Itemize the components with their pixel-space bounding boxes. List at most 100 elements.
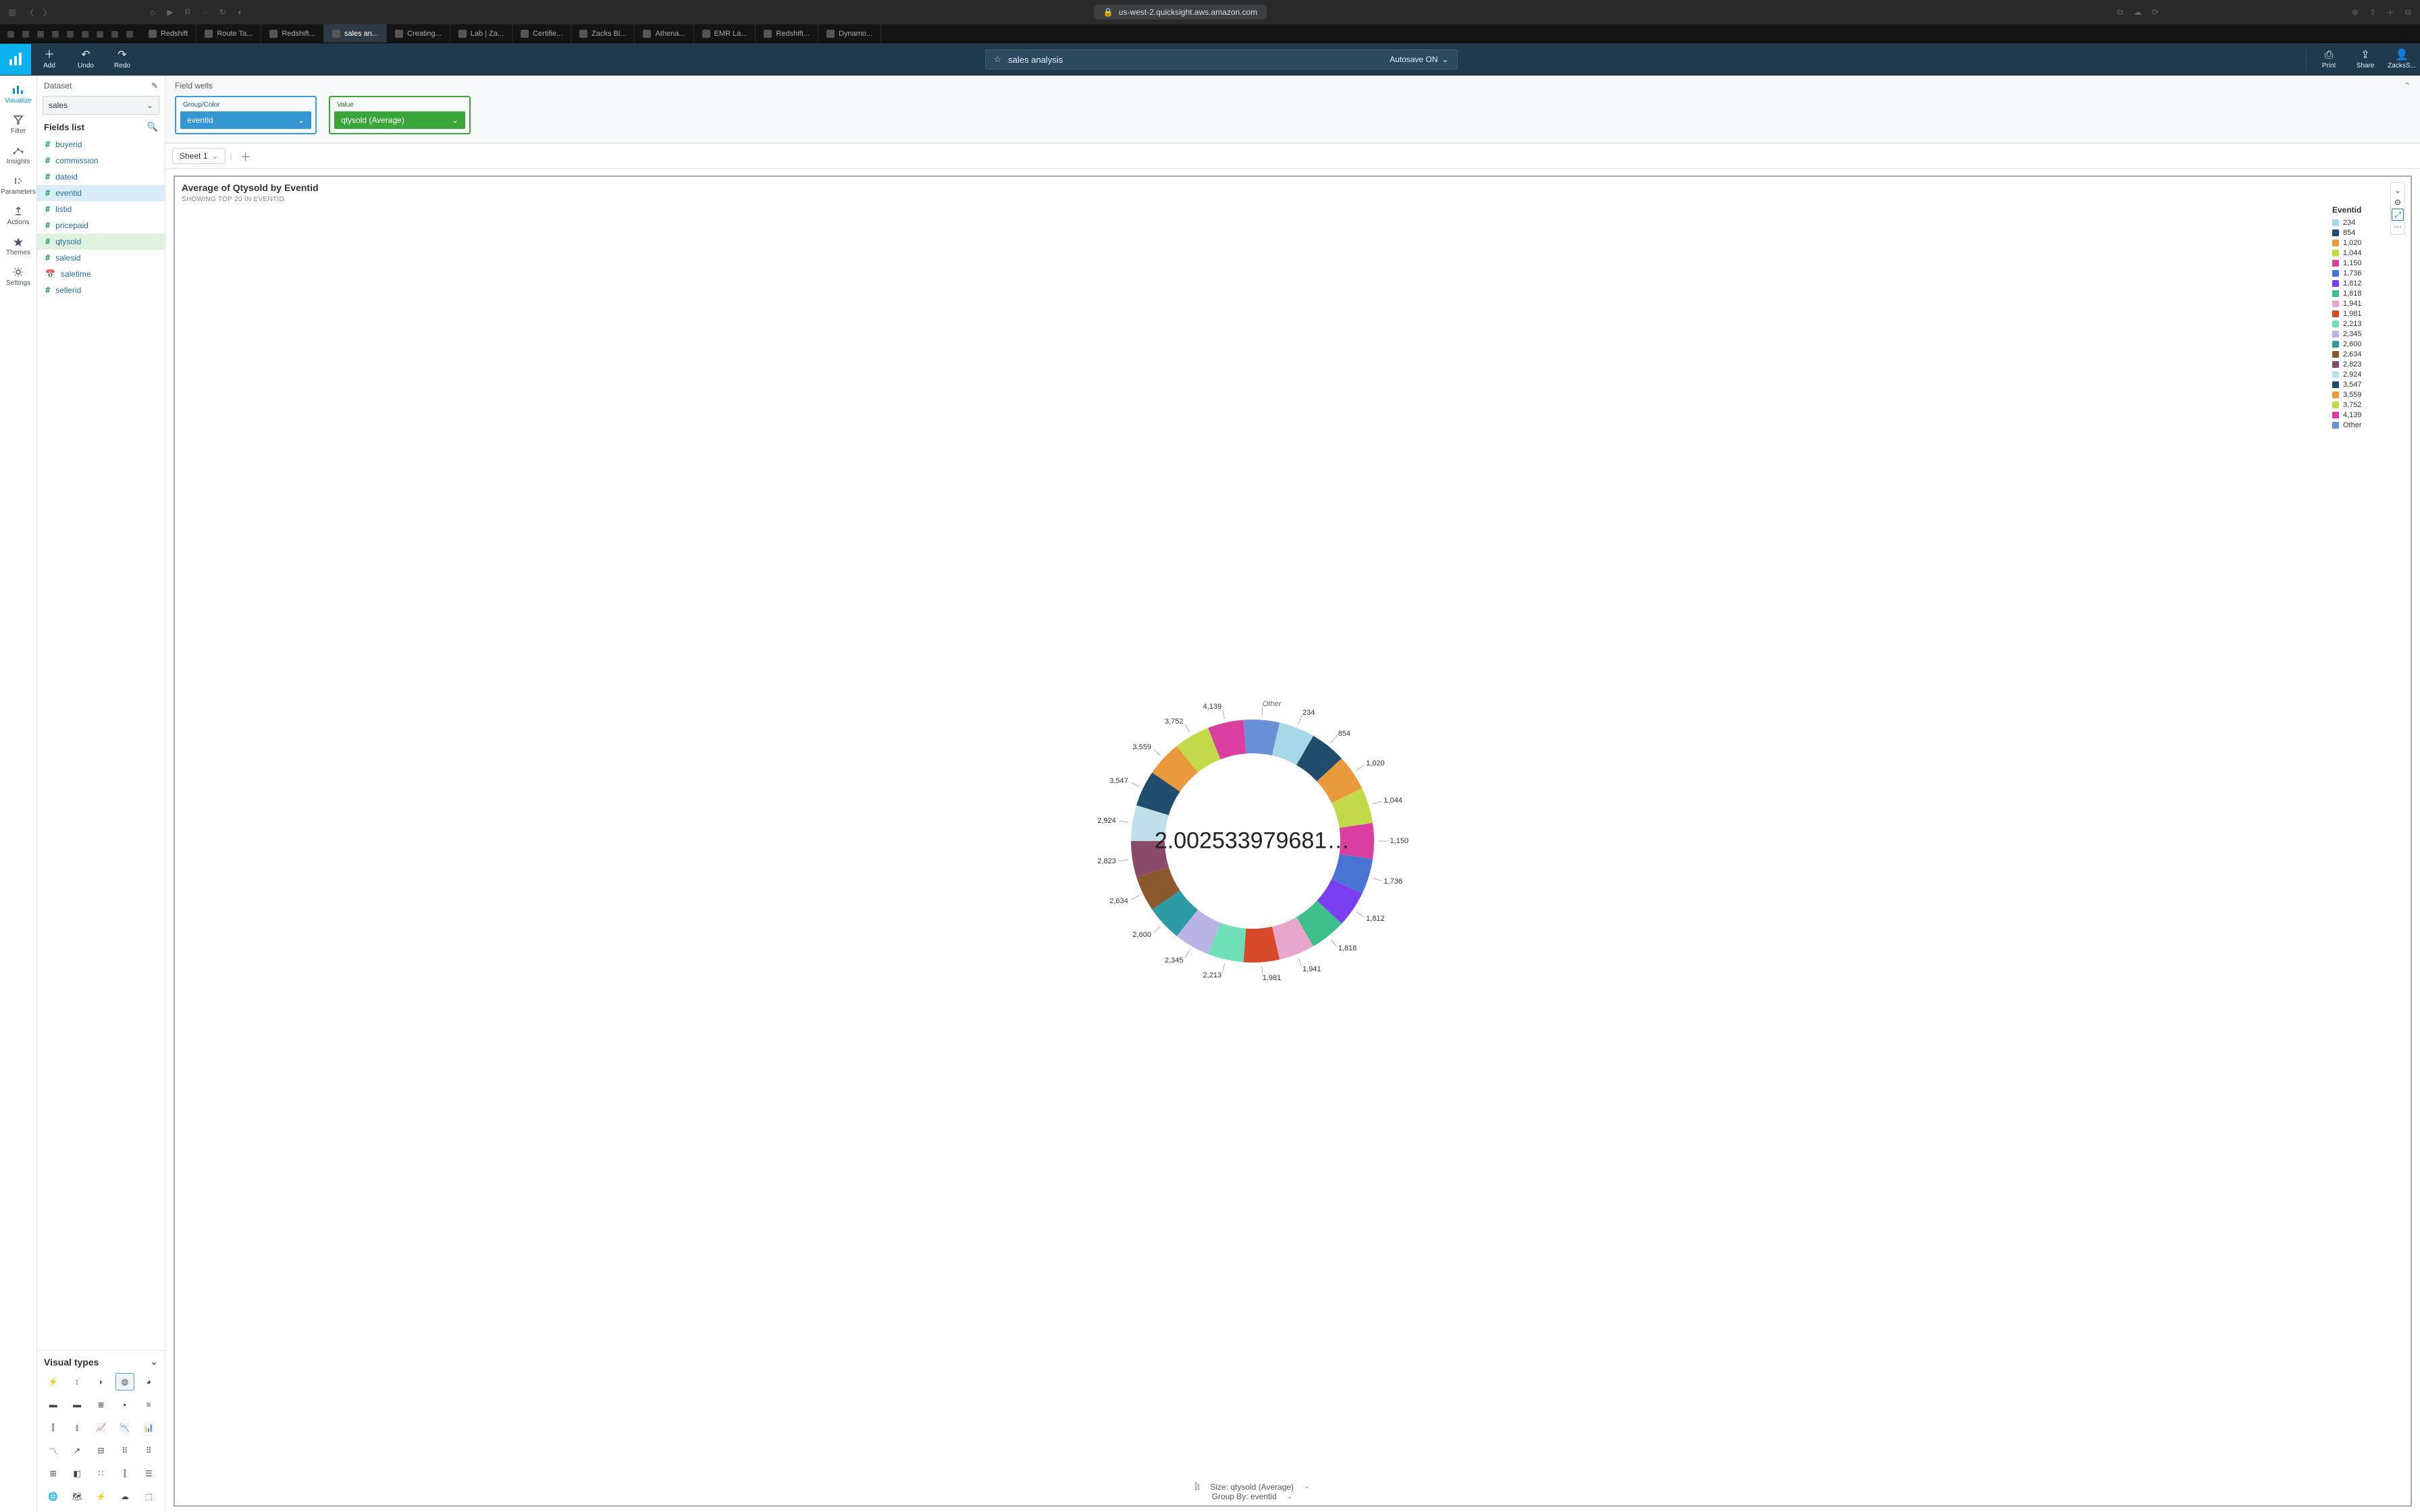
tabgroup-icon[interactable]: ▦ bbox=[78, 27, 92, 40]
legend-item[interactable]: 3,752 bbox=[2332, 401, 2405, 409]
tabgroup-icon[interactable]: ▦ bbox=[108, 27, 122, 40]
legend-item[interactable]: 1,736 bbox=[2332, 269, 2405, 277]
nav-back-icon[interactable]: 〈 bbox=[24, 7, 35, 18]
reader-icon[interactable]: ⧉ bbox=[2115, 7, 2126, 18]
visual-type-option[interactable]: ◗ bbox=[92, 1373, 110, 1390]
browser-tab[interactable]: Certifie... bbox=[512, 24, 571, 43]
redo-button[interactable]: ↷Redo bbox=[104, 50, 140, 70]
visual-type-option[interactable]: ⫿ bbox=[44, 1419, 62, 1436]
chevron-down-icon[interactable]: ⌄ bbox=[150, 1356, 158, 1368]
maximize-icon[interactable]: ⤢ bbox=[2392, 209, 2404, 221]
rail-item-themes[interactable]: Themes bbox=[0, 232, 36, 261]
legend-item[interactable]: 2,924 bbox=[2332, 371, 2405, 379]
visual-type-option[interactable]: 〽 bbox=[44, 1442, 62, 1459]
legend-item[interactable]: 1,150 bbox=[2332, 259, 2405, 267]
legend-item[interactable]: 1,941 bbox=[2332, 300, 2405, 308]
visual-type-option[interactable]: ⫾ bbox=[68, 1419, 86, 1436]
visual-type-option[interactable]: ⠿ bbox=[140, 1442, 158, 1459]
group-color-well[interactable]: Group/Color eventid⌄ bbox=[175, 96, 317, 134]
visual-type-option[interactable]: 📈 bbox=[92, 1419, 110, 1436]
tabgroup-icon[interactable]: ▦ bbox=[93, 27, 107, 40]
address-bar[interactable]: 🔒 us-west-2.quicksight.aws.amazon.com bbox=[1094, 5, 1267, 20]
browser-tab[interactable]: Zacks Bl... bbox=[571, 24, 635, 43]
more-icon[interactable]: ⋯ bbox=[2394, 221, 2402, 233]
visual-type-option[interactable]: ↗ bbox=[68, 1442, 86, 1459]
expand-icon[interactable]: ⌄ bbox=[2394, 184, 2401, 196]
legend-item[interactable]: 2,634 bbox=[2332, 350, 2405, 358]
ext-icon-r[interactable]: R bbox=[182, 7, 193, 17]
browser-tab[interactable]: Creating... bbox=[387, 24, 450, 43]
user-menu[interactable]: 👤ZacksS... bbox=[2384, 50, 2420, 70]
star-icon[interactable]: ☆ bbox=[994, 54, 1002, 65]
chevron-down-icon[interactable]: ⌄ bbox=[1287, 1493, 1292, 1501]
visual-type-option[interactable]: 🌐 bbox=[44, 1488, 62, 1505]
browser-tab[interactable]: Lab | Za... bbox=[450, 24, 512, 43]
visual-type-option[interactable]: ⠿ bbox=[115, 1442, 134, 1459]
visual-type-option[interactable]: 🗺 bbox=[68, 1488, 86, 1505]
visual-type-option[interactable]: ∷ bbox=[92, 1465, 110, 1482]
visual-type-option[interactable]: ⬚ bbox=[140, 1488, 158, 1505]
legend-item[interactable]: 2,213 bbox=[2332, 320, 2405, 328]
legend-item[interactable]: 1,020 bbox=[2332, 239, 2405, 247]
field-buyerid[interactable]: #buyerid bbox=[37, 136, 165, 153]
legend-item[interactable]: 2,823 bbox=[2332, 360, 2405, 369]
field-qtysold[interactable]: #qtysold bbox=[37, 234, 165, 250]
field-eventid[interactable]: #eventid bbox=[37, 185, 165, 201]
visual-type-option[interactable]: ▪ bbox=[115, 1396, 134, 1413]
tabgroup-icon[interactable]: ▦ bbox=[63, 27, 77, 40]
field-commission[interactable]: #commission bbox=[37, 153, 165, 169]
sidebar-toggle-icon[interactable]: ▥ bbox=[7, 7, 18, 17]
browser-tab[interactable]: Redshift bbox=[140, 24, 196, 43]
visual-type-option[interactable]: ⚡ bbox=[92, 1488, 110, 1505]
undo-button[interactable]: ↶Undo bbox=[68, 50, 104, 70]
settings-icon[interactable]: ⚙ bbox=[2394, 196, 2402, 209]
visual-type-option[interactable]: ⫿ bbox=[115, 1465, 134, 1482]
visual-type-option[interactable]: ◧ bbox=[68, 1465, 86, 1482]
quicksight-logo[interactable] bbox=[0, 44, 31, 75]
ext-icon-4[interactable]: ↻ bbox=[217, 7, 228, 17]
rail-item-filter[interactable]: Filter bbox=[0, 110, 36, 139]
group-color-pill[interactable]: eventid⌄ bbox=[180, 111, 311, 129]
legend-item[interactable]: 1,981 bbox=[2332, 310, 2405, 318]
rail-item-settings[interactable]: Settings bbox=[0, 262, 36, 291]
newtab-icon[interactable]: ＋ bbox=[2385, 7, 2396, 18]
autosave-toggle[interactable]: Autosave ON⌄ bbox=[1390, 55, 1448, 64]
translate-icon[interactable]: ☁ bbox=[2132, 7, 2143, 17]
visual-type-option[interactable]: ◍ bbox=[115, 1373, 134, 1390]
field-pricepaid[interactable]: #pricepaid bbox=[37, 217, 165, 234]
field-sellerid[interactable]: #sellerid bbox=[37, 282, 165, 298]
sheet-tab[interactable]: Sheet 1⌄ bbox=[172, 148, 226, 164]
browser-tab[interactable]: sales an... bbox=[324, 24, 387, 43]
browser-tab[interactable]: Athena... bbox=[635, 24, 693, 43]
tabgroup-icon[interactable]: ▦ bbox=[34, 27, 47, 40]
search-fields-icon[interactable]: 🔍 bbox=[147, 122, 158, 132]
legend-item[interactable]: 3,547 bbox=[2332, 381, 2405, 389]
tabgroup-icon[interactable]: ▦ bbox=[49, 27, 62, 40]
add-button[interactable]: ＋Add bbox=[31, 50, 68, 70]
chevron-down-icon[interactable]: ⌄ bbox=[1304, 1483, 1309, 1490]
legend-item[interactable]: 4,139 bbox=[2332, 411, 2405, 419]
visual-type-option[interactable]: ≣ bbox=[92, 1396, 110, 1413]
visual-type-option[interactable]: ▬ bbox=[44, 1396, 62, 1413]
browser-tab[interactable]: Route Ta... bbox=[196, 24, 261, 43]
legend-item[interactable]: 2,600 bbox=[2332, 340, 2405, 348]
visual-type-option[interactable]: ⊟ bbox=[92, 1442, 110, 1459]
visual-type-option[interactable]: ▬ bbox=[68, 1396, 86, 1413]
reload-icon[interactable]: ⟳ bbox=[2150, 7, 2161, 17]
legend-item[interactable]: 3,559 bbox=[2332, 391, 2405, 399]
print-button[interactable]: ⎙Print bbox=[2311, 50, 2347, 70]
value-pill[interactable]: qtysold (Average)⌄ bbox=[334, 111, 465, 129]
browser-tab[interactable]: Redshift... bbox=[756, 24, 818, 43]
donut-chart[interactable]: 2.002533979681… Other2348541,0201,0441,1… bbox=[175, 177, 2330, 1505]
field-dateid[interactable]: #dateid bbox=[37, 169, 165, 185]
ext-icon-2[interactable]: ▶ bbox=[165, 7, 176, 17]
visual-type-option[interactable]: ☁ bbox=[115, 1488, 134, 1505]
analysis-title-bar[interactable]: ☆ sales analysis Autosave ON⌄ bbox=[985, 49, 1458, 70]
add-sheet-button[interactable]: ＋ bbox=[236, 148, 255, 164]
dataset-select[interactable]: sales ⌄ bbox=[43, 96, 159, 115]
rail-item-parameters[interactable]: Parameters bbox=[0, 171, 36, 200]
browser-tab[interactable]: Redshift... bbox=[261, 24, 324, 43]
legend-item[interactable]: 1,812 bbox=[2332, 279, 2405, 288]
legend-item[interactable]: 1,044 bbox=[2332, 249, 2405, 257]
download-icon[interactable]: ⊕ bbox=[2350, 7, 2361, 17]
